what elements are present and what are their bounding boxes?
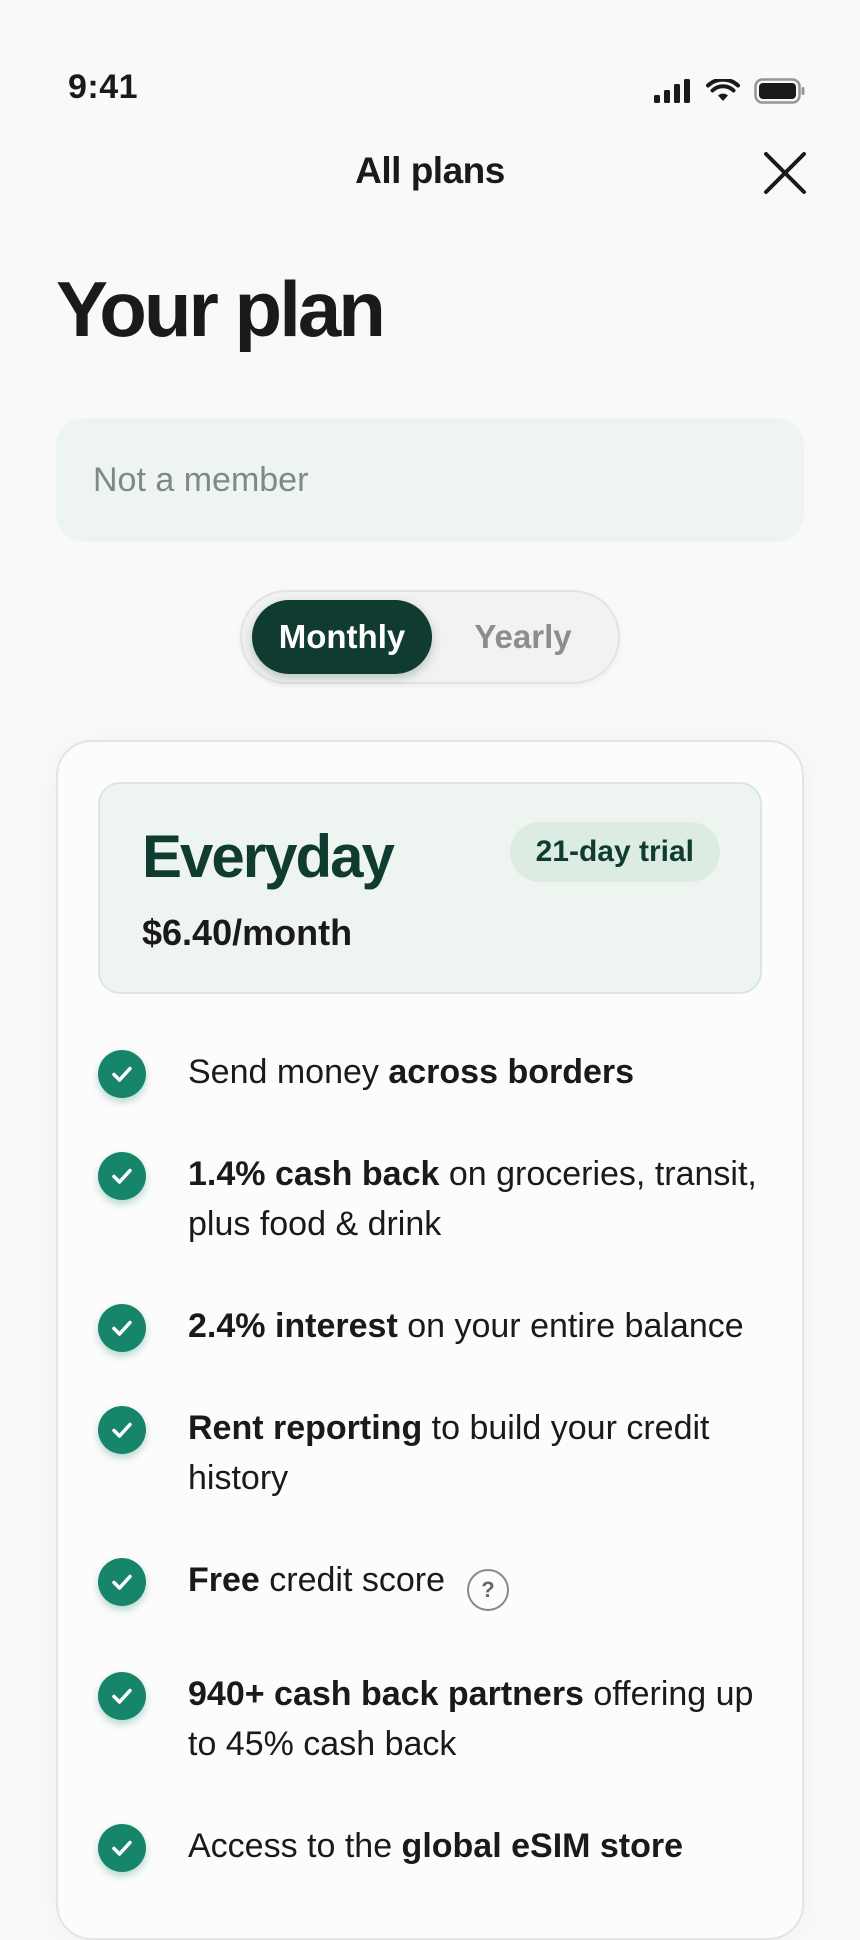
yearly-option[interactable]: Yearly [438, 600, 608, 674]
status-bar: 9:41 [0, 0, 860, 130]
checkmark-icon [98, 1050, 146, 1098]
checkmark-icon [98, 1304, 146, 1352]
help-icon[interactable]: ? [467, 1569, 510, 1612]
nav-bar: All plans [0, 140, 860, 204]
trial-badge: 21-day trial [509, 822, 720, 882]
feature-text: 940+ cash back partners offering up to 4… [188, 1675, 754, 1763]
feature-text: 2.4% interest on your entire balance [188, 1307, 744, 1345]
checkmark-icon [98, 1672, 146, 1720]
status-icons [654, 78, 806, 104]
monthly-option[interactable]: Monthly [252, 600, 432, 674]
feature-text: Free credit score? [188, 1555, 768, 1612]
billing-period-toggle: Monthly Yearly [240, 590, 620, 684]
nav-title: All plans [355, 150, 505, 191]
status-time: 9:41 [68, 68, 139, 106]
checkmark-icon [98, 1824, 146, 1872]
checkmark-icon [98, 1152, 146, 1200]
membership-status-field[interactable]: Not a member [56, 418, 804, 542]
battery-icon [754, 78, 805, 104]
wifi-icon [706, 79, 740, 101]
plan-header: Everyday $6.40/month 21-day trial [98, 782, 762, 994]
plan-name: Everyday [142, 823, 395, 890]
close-button[interactable] [762, 150, 808, 196]
feature-text: Rent reporting to build your credit hist… [188, 1409, 710, 1497]
feature-text: 1.4% cash back on groceries, transit, pl… [188, 1155, 757, 1243]
page-title: Your plan [56, 265, 386, 353]
checkmark-icon [98, 1558, 146, 1606]
membership-status-text: Not a member [93, 460, 309, 499]
close-icon [764, 152, 806, 194]
feature-text: Send money across borders [188, 1053, 635, 1091]
plan-card: Everyday $6.40/month 21-day trial Send m… [56, 740, 804, 1940]
checkmark-icon [98, 1406, 146, 1454]
plan-price: $6.40/month [142, 912, 353, 953]
cellular-signal-icon [654, 79, 690, 103]
